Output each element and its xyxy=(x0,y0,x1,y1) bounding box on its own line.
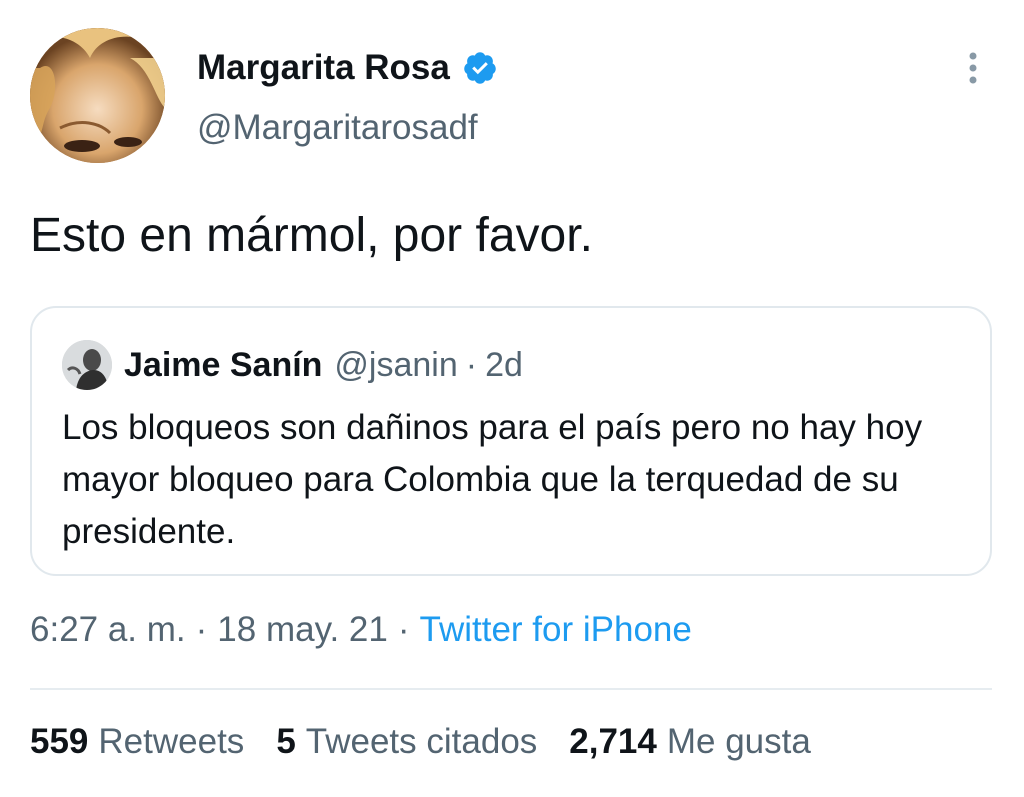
quote-tweets-stat[interactable]: 5 Tweets citados xyxy=(276,722,537,762)
tweet-date[interactable]: 18 may. 21 xyxy=(217,610,388,650)
likes-label: Me gusta xyxy=(666,722,811,761)
quoted-author-handle[interactable]: @jsanin xyxy=(334,346,457,385)
retweets-count: 559 xyxy=(30,722,89,761)
author-handle[interactable]: @Margaritarosadf xyxy=(197,108,478,148)
likes-stat[interactable]: 2,714 Me gusta xyxy=(569,722,811,762)
quote-tweets-label: Tweets citados xyxy=(305,722,538,761)
divider xyxy=(30,688,992,690)
quoted-tweet-time: 2d xyxy=(485,345,523,384)
author-avatar[interactable] xyxy=(30,28,165,163)
more-options-icon[interactable] xyxy=(958,48,988,88)
tweet-stats: 559 Retweets 5 Tweets citados 2,714 Me g… xyxy=(30,722,843,762)
quoted-tweet-card[interactable]: Jaime Sanín @jsanin · 2d Los bloqueos so… xyxy=(30,306,992,576)
meta-separator: · xyxy=(195,610,208,649)
retweets-label: Retweets xyxy=(98,722,245,761)
quoted-tweet-header: Jaime Sanín @jsanin · 2d xyxy=(124,340,523,390)
retweets-stat[interactable]: 559 Retweets xyxy=(30,722,244,762)
quoted-tweet-text: Los bloqueos son dañinos para el país pe… xyxy=(62,408,923,551)
tweet-source-link[interactable]: Twitter for iPhone xyxy=(420,610,692,650)
verified-badge-icon xyxy=(464,52,496,84)
likes-count: 2,714 xyxy=(569,722,657,761)
quoted-author-name[interactable]: Jaime Sanín xyxy=(124,346,322,385)
tweet-text: Esto en mármol, por favor. xyxy=(30,209,593,262)
author-name[interactable]: Margarita Rosa xyxy=(197,48,450,88)
tweet-time[interactable]: 6:27 a. m. xyxy=(30,610,186,650)
quote-tweets-count: 5 xyxy=(276,722,296,761)
meta-separator: · xyxy=(397,610,410,649)
quoted-separator: · xyxy=(465,345,478,384)
quoted-author-avatar xyxy=(62,340,112,390)
tweet-meta: 6:27 a. m. · 18 may. 21 · Twitter for iP… xyxy=(30,610,692,650)
author-name-row[interactable]: Margarita Rosa xyxy=(197,46,498,90)
